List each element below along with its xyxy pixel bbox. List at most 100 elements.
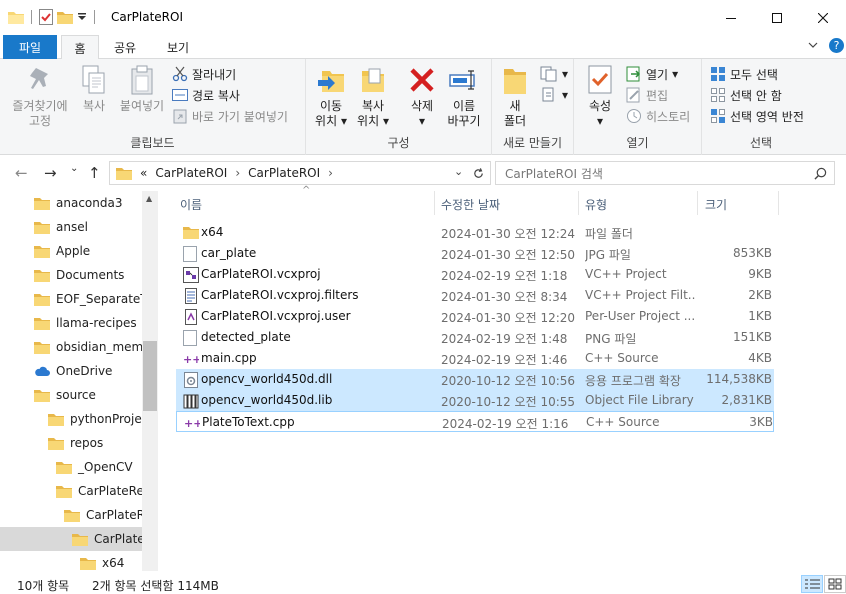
breadcrumb-item[interactable]: CarPlateROI <box>248 166 320 180</box>
tab-file[interactable]: 파일 <box>3 35 57 59</box>
nav-item[interactable]: EOF_SeparateTra <box>34 287 158 311</box>
recent-locations-chevron-icon[interactable]: ⌄ <box>70 163 78 174</box>
file-date: 2024-01-30 오전 12:20 <box>441 311 576 325</box>
file-name: opencv_world450d.lib <box>201 393 333 407</box>
select-all-button[interactable]: 모두 선택 <box>710 64 778 84</box>
column-divider[interactable] <box>778 191 779 215</box>
nav-item-label: repos <box>70 436 104 450</box>
nav-item[interactable]: pythonProject <box>48 407 153 431</box>
breadcrumb-item[interactable]: CarPlateROI <box>155 166 227 180</box>
search-box[interactable]: CarPlateROI 검색 <box>495 161 835 185</box>
file-row[interactable]: ++ main.cpp 2024-02-19 오전 1:46 C++ Source 4K… <box>176 348 774 369</box>
copy-to-label-2: 위치 ▾ <box>357 114 389 128</box>
nav-item[interactable]: ansel <box>34 215 88 239</box>
file-row[interactable]: x64 2024-01-30 오전 12:24 파일 폴더 <box>176 222 774 243</box>
column-divider[interactable] <box>697 191 698 215</box>
file-row[interactable]: opencv_world450d.dll 2020-10-12 오전 10:56 응… <box>176 369 774 390</box>
easy-access-button[interactable]: ▾ <box>540 85 568 105</box>
cut-button[interactable]: 잘라내기 <box>172 64 236 84</box>
details-view-button[interactable] <box>801 575 823 593</box>
file-size: 3KB <box>749 415 773 429</box>
nav-item[interactable]: Documents <box>34 263 124 287</box>
properties-qat-icon[interactable] <box>39 9 53 25</box>
nav-item[interactable]: obsidian_memo <box>34 335 151 359</box>
vcxproj-file-icon <box>183 267 199 283</box>
history-button[interactable]: 히스토리 <box>626 106 690 126</box>
paste-shortcut-button[interactable]: 바로 가기 붙여넣기 <box>172 106 288 126</box>
nav-item[interactable]: _OpenCV <box>56 455 133 479</box>
nav-item[interactable]: OneDrive <box>34 359 112 383</box>
breadcrumb-chevron-icon[interactable]: › <box>235 166 240 180</box>
delete-dropdown[interactable]: ▾ <box>419 114 425 129</box>
move-to-button[interactable]: 이동 위치 ▾ <box>310 63 352 129</box>
properties-button[interactable]: 속성 ▾ <box>582 63 618 129</box>
file-size: 114,538KB <box>706 372 772 386</box>
new-item-button[interactable]: ▾ <box>540 64 568 84</box>
file-size: 1KB <box>748 309 772 323</box>
lib-file-icon <box>183 393 199 409</box>
open-button[interactable]: 열기 ▾ <box>626 64 678 84</box>
refresh-icon[interactable] <box>472 167 485 180</box>
nav-item[interactable]: llama-recipes <box>34 311 137 335</box>
invert-selection-button[interactable]: 선택 영역 반전 <box>710 106 804 126</box>
copy-path-button[interactable]: 경로 복사 <box>172 85 240 105</box>
large-icons-view-button[interactable] <box>824 575 846 593</box>
new-folder-button[interactable]: 새 폴더 <box>498 63 532 129</box>
new-folder-qat-icon[interactable] <box>57 10 73 24</box>
address-bar[interactable]: « CarPlateROI › CarPlateROI › ⌄ <box>109 161 491 185</box>
up-arrow-icon[interactable]: ↑ <box>88 164 101 182</box>
file-name: CarPlateROI.vcxproj <box>201 267 321 281</box>
minimize-button[interactable] <box>708 0 754 35</box>
properties-icon <box>588 65 612 94</box>
file-row[interactable]: detected_plate 2024-02-19 오전 1:48 PNG 파일 15… <box>176 327 774 348</box>
select-none-button[interactable]: 선택 안 함 <box>710 85 782 105</box>
breadcrumb-overflow[interactable]: « <box>140 166 147 180</box>
close-button[interactable] <box>800 0 846 35</box>
nav-scrollbar-thumb[interactable] <box>143 341 157 411</box>
maximize-button[interactable] <box>754 0 800 35</box>
ribbon-collapse-icon[interactable] <box>808 39 818 51</box>
tab-view[interactable]: 보기 <box>158 35 198 59</box>
tab-share[interactable]: 공유 <box>106 35 144 59</box>
pin-to-quick-access-button[interactable]: 즐겨찾기에 고정 <box>6 63 74 129</box>
file-row[interactable]: CarPlateROI.vcxproj.user 2024-01-30 오전 12… <box>176 306 774 327</box>
rename-button[interactable]: 이름 바꾸기 <box>442 63 486 129</box>
nav-item[interactable]: Apple <box>34 239 90 263</box>
delete-button[interactable]: 삭제 ▾ <box>402 63 442 129</box>
copy-to-button[interactable]: 복사 위치 ▾ <box>352 63 394 129</box>
nav-item[interactable]: source <box>34 383 96 407</box>
file-date: 2024-01-30 오전 12:24 <box>441 227 576 241</box>
address-dropdown-icon[interactable]: ⌄ <box>454 165 463 178</box>
file-row[interactable]: CarPlateROI.vcxproj 2024-02-19 오전 1:18 VC+… <box>176 264 774 285</box>
file-row[interactable]: car_plate 2024-01-30 오전 12:50 JPG 파일 853KB <box>176 243 774 264</box>
nav-item[interactable]: x64 <box>80 551 124 571</box>
edit-icon <box>626 87 640 103</box>
properties-dropdown[interactable]: ▾ <box>597 114 603 129</box>
new-item-dropdown: ▾ <box>562 67 569 81</box>
column-date-header[interactable]: 수정한 날짜 <box>441 196 500 213</box>
column-divider[interactable] <box>434 191 435 215</box>
back-arrow-icon[interactable]: ← <box>15 164 28 182</box>
copy-button[interactable]: 복사 <box>74 63 114 114</box>
nav-item[interactable]: repos <box>48 431 103 455</box>
selection-info: 2개 항목 선택함 114MB <box>92 579 219 593</box>
forward-arrow-icon[interactable]: → <box>44 164 57 182</box>
tab-home[interactable]: 홈 <box>61 35 99 60</box>
column-divider[interactable] <box>578 191 579 215</box>
file-row[interactable]: CarPlateROI.vcxproj.filters 2024-01-30 오전… <box>176 285 774 306</box>
edit-button[interactable]: 편집 <box>626 85 668 105</box>
column-type-header[interactable]: 유형 <box>585 196 607 213</box>
column-name-header[interactable]: 이름 <box>180 196 202 213</box>
scroll-up-icon[interactable]: ▲ <box>146 194 152 203</box>
paste-button[interactable]: 붙여넣기 <box>114 63 170 114</box>
column-size-header[interactable]: 크기 <box>705 196 727 213</box>
help-icon[interactable]: ? <box>829 38 844 53</box>
copy-path-label: 경로 복사 <box>192 88 240 103</box>
qat-dropdown-icon[interactable] <box>77 12 87 22</box>
nav-item-label: _OpenCV <box>78 460 133 474</box>
breadcrumb-chevron-icon[interactable]: › <box>328 166 333 180</box>
nav-item[interactable]: anaconda3 <box>34 191 122 215</box>
file-row[interactable]: ++ PlateToText.cpp 2024-02-19 오전 1:16 C++ S… <box>176 411 774 432</box>
file-row[interactable]: opencv_world450d.lib 2020-10-12 오전 10:55 O… <box>176 390 774 411</box>
folder-icon <box>34 340 50 354</box>
